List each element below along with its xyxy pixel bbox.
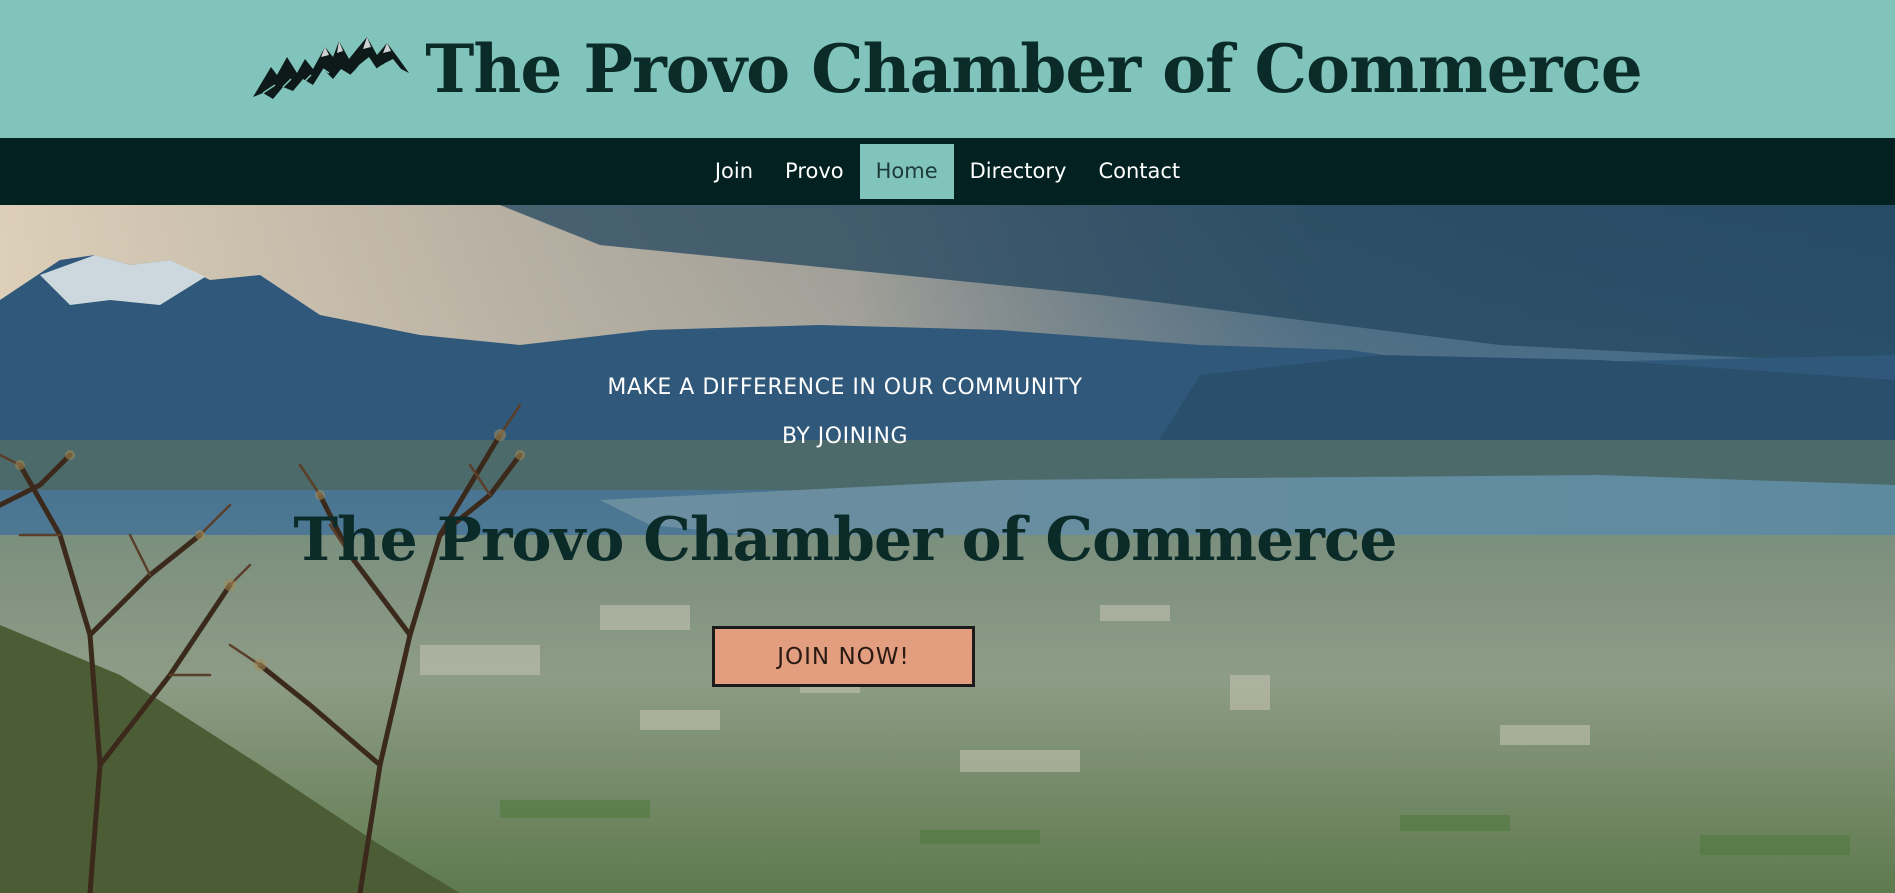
nav-item-provo[interactable]: Provo	[769, 144, 860, 199]
hero-section: MAKE A DIFFERENCE IN OUR COMMUNITY BY JO…	[0, 205, 1895, 893]
tagline-line-1: MAKE A DIFFERENCE IN OUR COMMUNITY	[607, 375, 1083, 400]
mountain-icon[interactable]	[253, 29, 413, 101]
join-now-button[interactable]: JOIN NOW!	[712, 626, 975, 687]
nav-item-directory[interactable]: Directory	[954, 144, 1083, 199]
nav-item-contact[interactable]: Contact	[1082, 144, 1196, 199]
nav-item-home[interactable]: Home	[859, 144, 954, 199]
main-nav: Join Provo Home Directory Contact	[0, 138, 1895, 205]
tagline-line-2: BY JOINING	[781, 424, 909, 449]
site-header: The Provo Chamber of Commerce	[0, 0, 1895, 138]
hero-title: The Provo Chamber of Commerce	[293, 505, 1397, 575]
nav-item-join[interactable]: Join	[699, 144, 769, 199]
site-title: The Provo Chamber of Commerce	[425, 30, 1642, 108]
